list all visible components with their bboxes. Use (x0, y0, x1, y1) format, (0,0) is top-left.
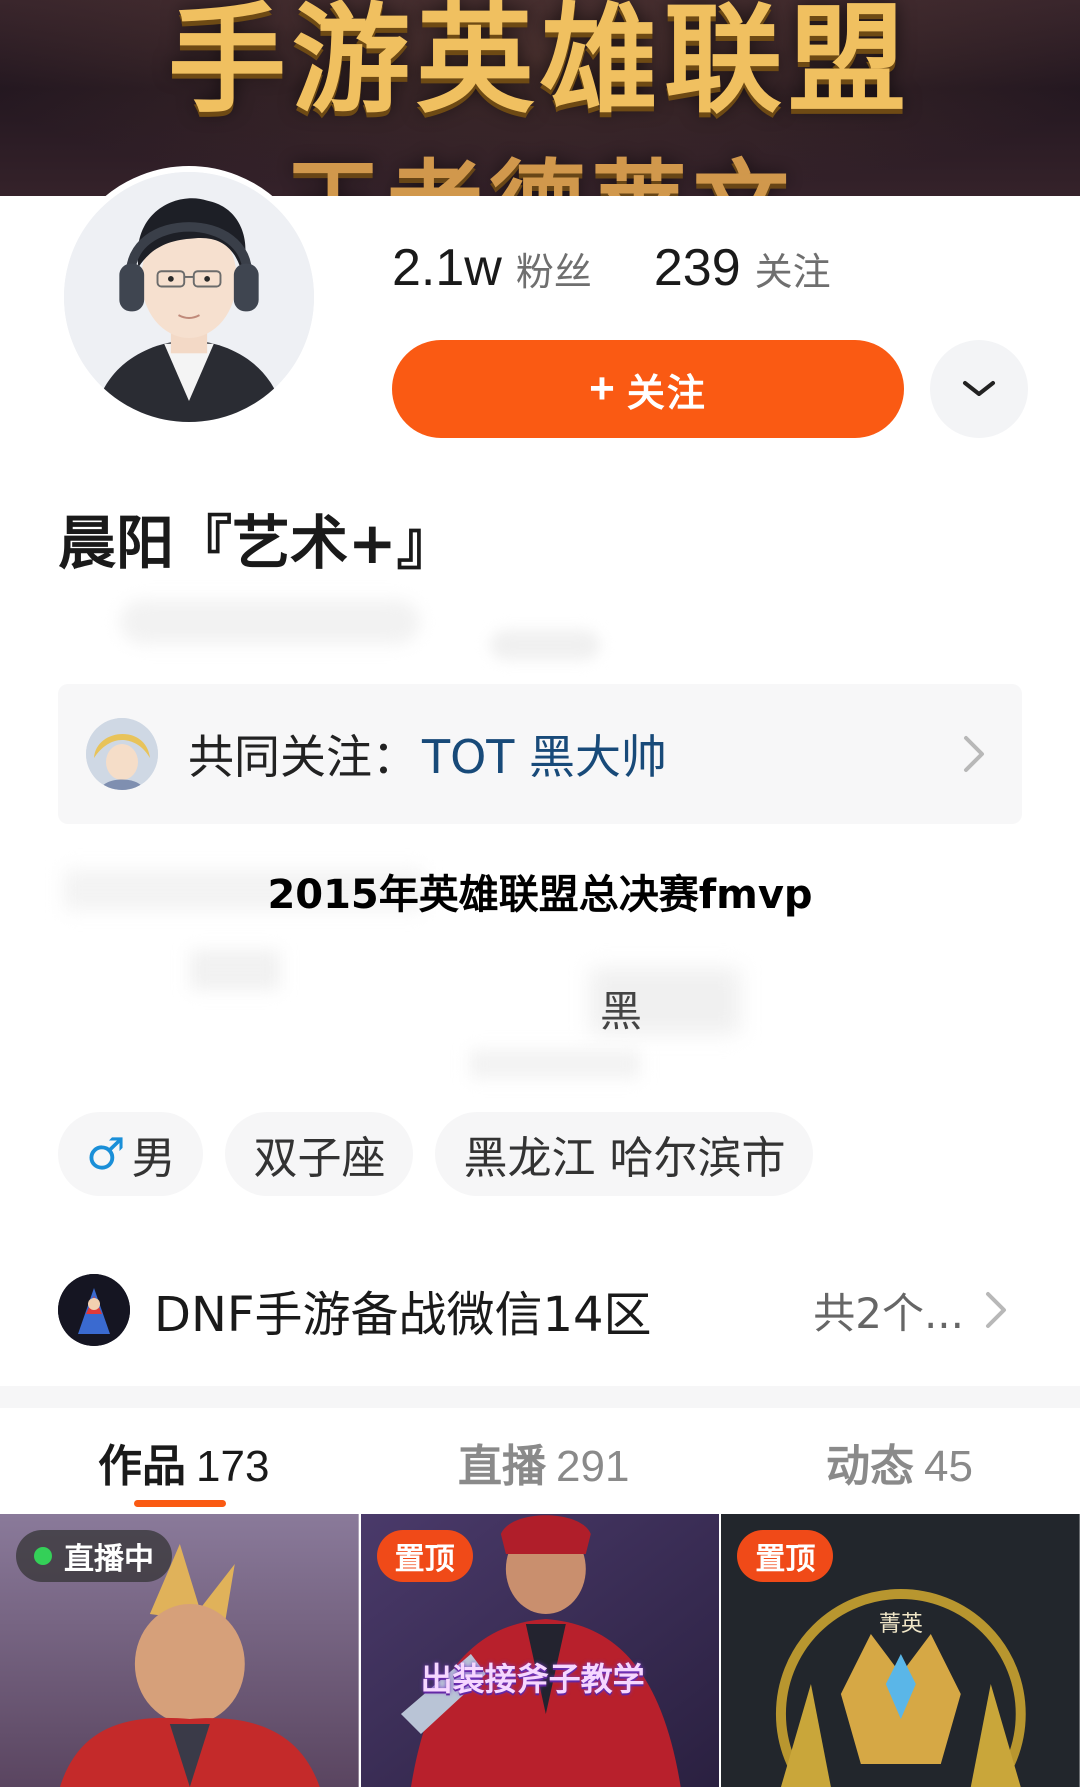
tab-count: 291 (556, 1442, 630, 1491)
tab-live[interactable]: 直播 291 (458, 1430, 629, 1494)
follow-button[interactable]: + 关注 (392, 340, 904, 438)
banner-title: 手游英雄联盟 (167, 0, 912, 129)
tab-posts[interactable]: 动态 45 (826, 1430, 973, 1494)
tab-works[interactable]: 作品 173 (98, 1430, 269, 1494)
common-follow-name[interactable]: TOT 黑大帅 (422, 721, 667, 787)
common-follow-label: 共同关注： (188, 730, 418, 784)
thumbnail-caption: 出装接斧子教学 (420, 1660, 645, 1698)
content-tabs: 作品 173 直播 291 动态 45 (0, 1408, 1080, 1514)
common-follow-row[interactable]: 共同关注： TOT 黑大帅 (58, 684, 1022, 824)
chevron-right-icon (986, 1292, 1006, 1328)
tag-list: ♂ 男 双子座 黑龙江 哈尔滨市 (58, 1112, 835, 1196)
stats-row: 2.1w 粉丝 239 关注 (392, 238, 893, 308)
following-label[interactable]: 关注 (755, 241, 831, 296)
live-dot-icon (34, 1547, 52, 1565)
avatar-illustration (64, 172, 314, 422)
followers-label[interactable]: 粉丝 (516, 241, 592, 296)
tag-label: 黑龙江 哈尔滨市 (463, 1133, 786, 1184)
tag-label: 男 (131, 1133, 176, 1184)
chevron-right-icon (964, 736, 984, 772)
tab-count: 45 (924, 1442, 973, 1491)
blurred-region (120, 600, 420, 644)
nickname: 晨阳『艺术+』 (58, 509, 455, 577)
tab-label: 作品 (98, 1441, 186, 1492)
following-count[interactable]: 239 (654, 238, 741, 298)
video-grid: 直播中 置顶 出装接斧子教学 置顶 菁英 (0, 1514, 1080, 1787)
blurred-region (490, 630, 600, 660)
tab-count: 173 (196, 1442, 270, 1491)
blurred-region (190, 950, 280, 990)
group-name: DNF手游备战微信14区 (154, 1287, 652, 1343)
common-follow-avatar (86, 718, 158, 790)
pinned-badge: 置顶 (376, 1530, 473, 1582)
video-thumbnail[interactable]: 直播中 (0, 1514, 359, 1787)
tag-zodiac: 双子座 (225, 1112, 414, 1196)
avatar[interactable] (58, 166, 320, 428)
more-options-button[interactable] (930, 340, 1028, 438)
bio-fragment: 黑 (600, 987, 643, 1036)
male-icon: ♂ (86, 1128, 126, 1180)
group-count: 共2个... (813, 1288, 964, 1338)
live-badge: 直播中 (16, 1530, 172, 1582)
video-thumbnail[interactable]: 置顶 菁英 (721, 1514, 1080, 1787)
fan-group-row[interactable]: DNF手游备战微信14区 共2个... (58, 1266, 1022, 1354)
group-avatar (58, 1274, 130, 1346)
follow-button-label: 关注 (626, 372, 707, 415)
chevron-down-icon (963, 381, 995, 396)
section-divider (0, 1386, 1080, 1408)
profile-banner: 手游英雄联盟 王者德莱文 (0, 0, 1080, 196)
tab-label: 直播 (458, 1441, 546, 1492)
badge-label: 置顶 (394, 1542, 455, 1577)
tag-gender: ♂ 男 (58, 1112, 204, 1196)
tab-label: 动态 (826, 1441, 914, 1492)
pinned-badge: 置顶 (737, 1530, 834, 1582)
video-thumbnail[interactable]: 置顶 出装接斧子教学 (360, 1514, 720, 1787)
active-tab-indicator (134, 1500, 226, 1507)
rank-label: 菁英 (878, 1612, 923, 1637)
blurred-region (470, 1050, 640, 1078)
tag-label: 双子座 (253, 1133, 386, 1184)
badge-label: 直播中 (64, 1542, 154, 1577)
plus-icon: + (589, 364, 617, 413)
headline-overlay: 2015年英雄联盟总决赛fmvp (267, 872, 813, 918)
tag-location: 黑龙江 哈尔滨市 (435, 1112, 814, 1196)
followers-count[interactable]: 2.1w (392, 238, 502, 298)
badge-label: 置顶 (755, 1542, 816, 1577)
